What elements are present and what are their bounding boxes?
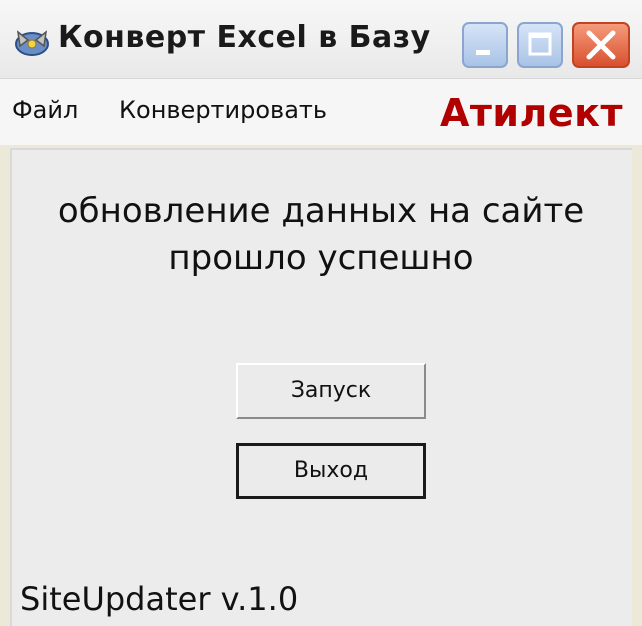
menu-item-convert[interactable]: Конвертировать (119, 96, 327, 124)
window-title: Конверт Excel в Базу (58, 20, 431, 55)
minimize-button[interactable] (462, 22, 508, 68)
status-message-line2: прошло успешно (168, 238, 474, 278)
brand-logo: Атилект (440, 91, 623, 135)
start-button[interactable]: Запуск (236, 363, 426, 419)
maximize-button[interactable] (517, 22, 563, 68)
close-button[interactable] (572, 22, 630, 68)
status-message: обновление данных на сайте прошло успешн… (10, 188, 632, 282)
version-label: SiteUpdater v.1.0 (20, 580, 299, 618)
app-logo-icon (10, 18, 54, 62)
title-bar[interactable]: Конверт Excel в Базу (0, 0, 642, 79)
menu-item-file[interactable]: Файл (12, 96, 78, 124)
status-message-line1: обновление данных на сайте (57, 191, 585, 231)
app-window: Конверт Excel в Базу Файл Конвертировать… (0, 0, 642, 626)
exit-button[interactable]: Выход (236, 443, 426, 499)
